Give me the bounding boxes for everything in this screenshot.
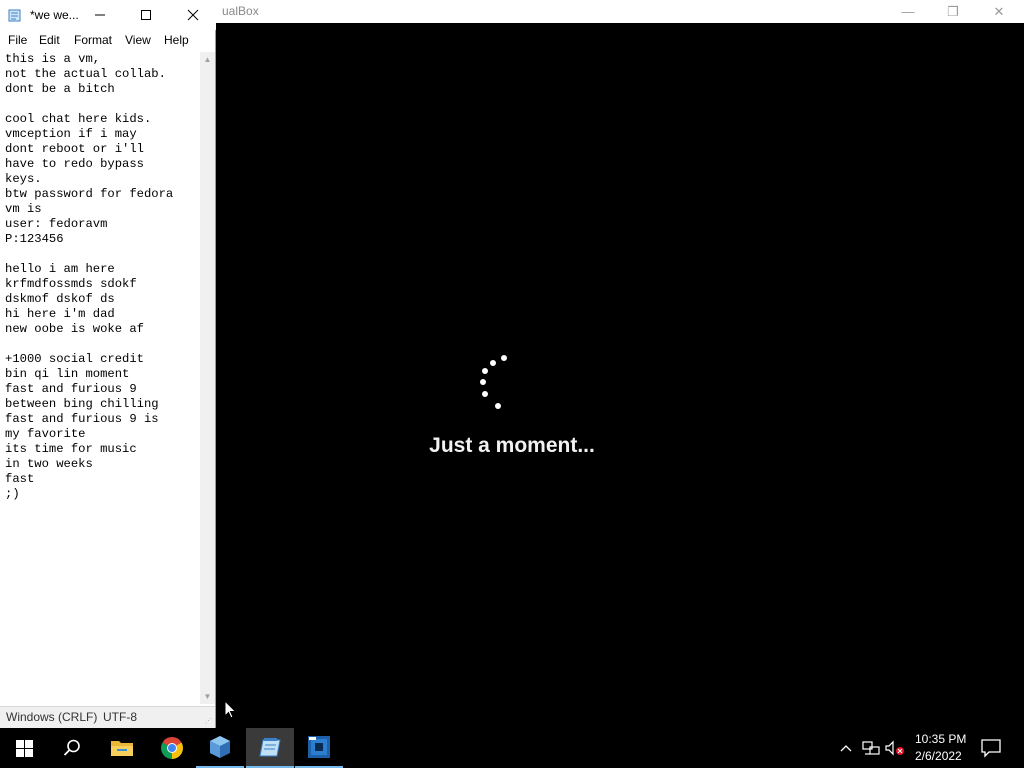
virtualbox-icon	[210, 736, 230, 758]
file-explorer-button[interactable]	[98, 728, 146, 768]
notepad-text-area[interactable]: this is a vm, not the actual collab. don…	[0, 52, 200, 702]
notepad-taskbar-button[interactable]	[246, 728, 294, 768]
chrome-icon	[161, 737, 183, 759]
cpuz-icon	[308, 736, 330, 758]
minimize-icon	[95, 14, 105, 16]
virtualbox-minimize-button[interactable]: —	[885, 0, 931, 23]
network-icon[interactable]	[862, 740, 880, 756]
line-ending-status: Windows (CRLF)	[6, 710, 98, 724]
notepad-icon	[259, 738, 281, 757]
scroll-up-arrow-icon[interactable]: ▲	[200, 52, 215, 67]
search-button[interactable]	[48, 728, 96, 768]
mouse-pointer-icon	[224, 700, 237, 719]
cpuz-taskbar-button[interactable]	[295, 728, 343, 768]
notepad-titlebar[interactable]: *we we...	[0, 0, 216, 30]
notepad-icon	[8, 9, 21, 22]
notepad-minimize-button[interactable]	[77, 0, 123, 30]
encoding-status: UTF-8	[103, 710, 137, 724]
menu-help[interactable]: Help	[164, 33, 189, 47]
notepad-statusbar: Windows (CRLF) UTF-8 ⋰	[0, 706, 215, 728]
menu-file[interactable]: File	[8, 33, 27, 47]
virtualbox-title: ualBox	[222, 4, 259, 18]
notepad-menubar: File Edit Format View Help	[0, 31, 216, 51]
menu-edit[interactable]: Edit	[39, 33, 60, 47]
chevron-up-icon[interactable]	[838, 740, 854, 756]
virtualbox-taskbar-button[interactable]	[196, 728, 244, 768]
notepad-window: *we we... File Edit Format View Help thi…	[0, 0, 216, 728]
close-icon: ✕	[993, 3, 1005, 19]
start-button[interactable]	[0, 728, 48, 768]
clock-time[interactable]: 10:35 PM	[915, 732, 966, 746]
loading-spinner-icon	[470, 348, 530, 418]
folder-icon	[111, 741, 133, 756]
taskbar: 10:35 PM 2/6/2022	[0, 728, 1024, 768]
notepad-title: *we we...	[30, 8, 79, 22]
resize-grip-icon[interactable]: ⋰	[205, 718, 213, 726]
notepad-text-content[interactable]: this is a vm, not the actual collab. don…	[0, 52, 200, 502]
close-icon	[187, 9, 199, 21]
virtualbox-restore-button[interactable]: ❐	[930, 0, 976, 23]
menu-view[interactable]: View	[125, 33, 151, 47]
notepad-maximize-button[interactable]	[123, 0, 169, 30]
restore-icon: ❐	[947, 3, 959, 19]
notepad-close-button[interactable]	[170, 0, 216, 30]
volume-muted-icon[interactable]	[885, 740, 905, 756]
menu-format[interactable]: Format	[74, 33, 112, 47]
virtualbox-close-button[interactable]: ✕	[976, 0, 1022, 23]
notifications-icon[interactable]	[980, 738, 1002, 758]
windows-logo-icon	[15, 739, 33, 757]
minimize-icon: —	[901, 4, 915, 19]
search-icon	[63, 739, 80, 756]
vertical-scrollbar[interactable]: ▲ ▼	[200, 52, 215, 704]
scroll-down-arrow-icon[interactable]: ▼	[200, 689, 215, 704]
maximize-icon	[141, 10, 151, 20]
clock-date[interactable]: 2/6/2022	[915, 749, 962, 763]
chrome-button[interactable]	[148, 728, 196, 768]
